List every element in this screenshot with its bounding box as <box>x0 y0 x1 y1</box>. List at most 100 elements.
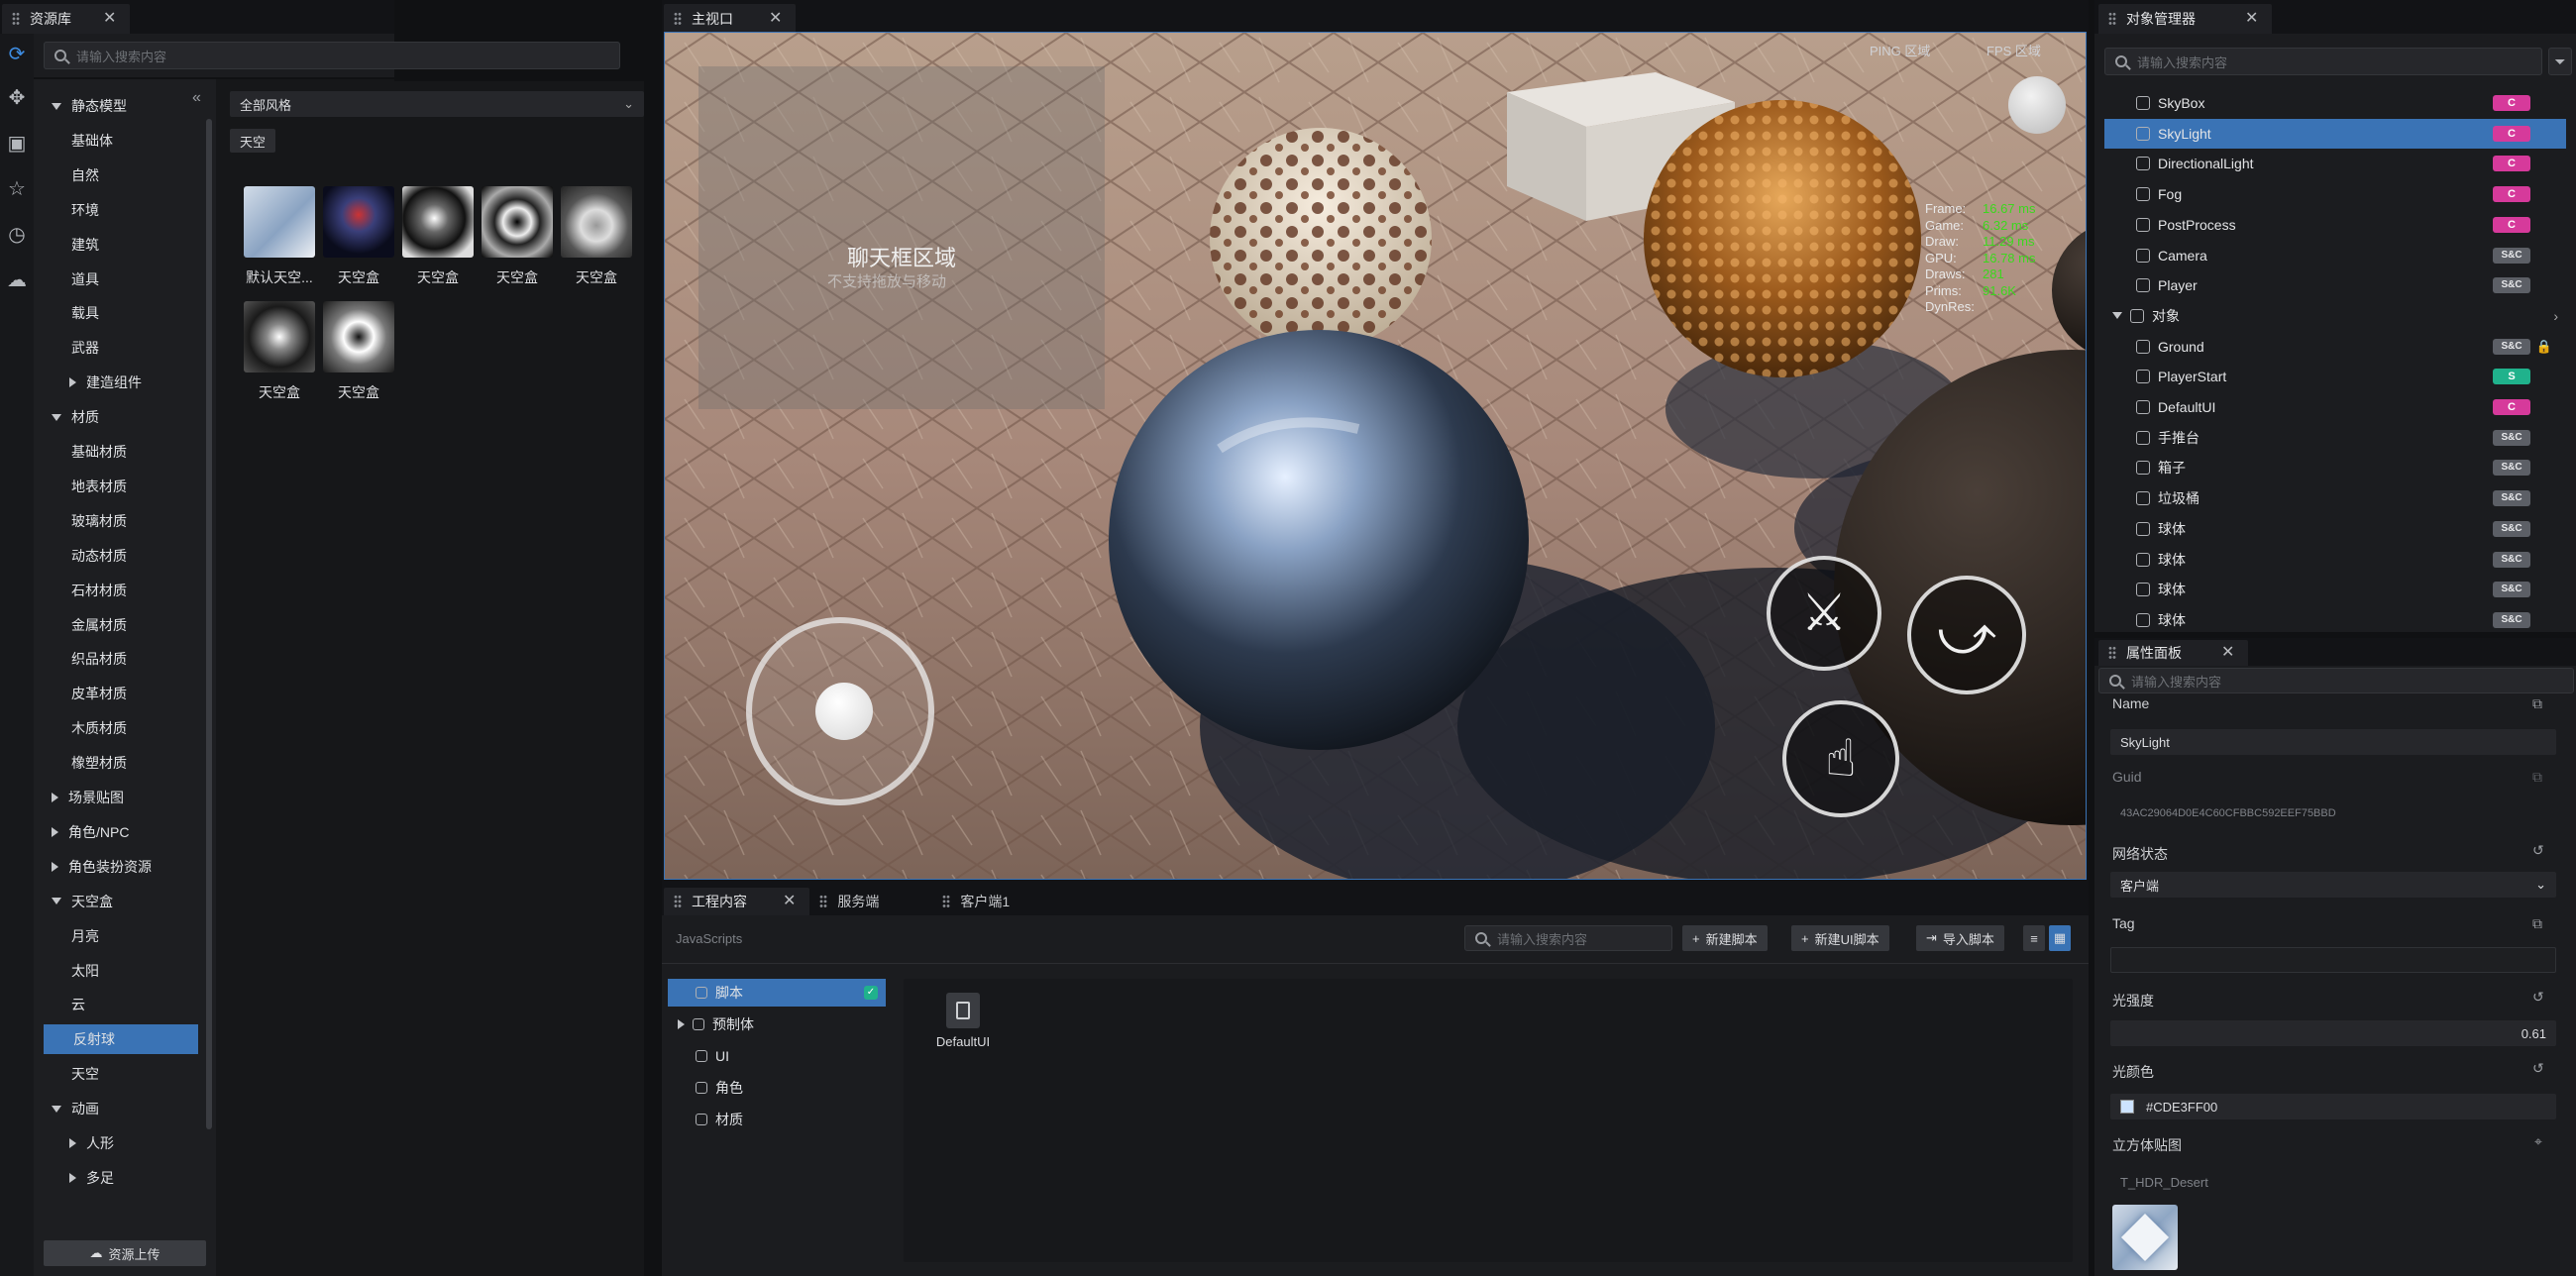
net-badge[interactable]: C <box>2493 186 2530 203</box>
object-row[interactable]: SkyBox C <box>2104 88 2566 118</box>
tab-project-content[interactable]: 工程内容 ✕ <box>664 888 810 915</box>
tree-item[interactable]: 建造组件 <box>52 368 210 397</box>
tree-item[interactable]: 材质 <box>52 402 210 432</box>
tree-item[interactable]: 木质材质 <box>52 713 210 743</box>
caret-right-icon[interactable] <box>69 1172 76 1183</box>
object-row[interactable]: SkyLight C <box>2104 118 2566 149</box>
drag-grip-icon[interactable] <box>942 895 951 908</box>
view-cube-gizmo[interactable] <box>2008 76 2066 134</box>
tree-item[interactable]: 自然 <box>52 160 210 190</box>
net-badge[interactable]: C <box>2493 125 2530 142</box>
interact-button[interactable]: ☝ <box>1782 700 1899 817</box>
tree-item[interactable]: 多足 <box>52 1163 210 1193</box>
drag-grip-icon[interactable] <box>674 895 682 908</box>
caret-right-icon[interactable] <box>52 861 58 872</box>
tree-scrollbar[interactable] <box>206 119 212 1129</box>
drag-grip-icon[interactable] <box>2108 12 2116 26</box>
net-badge[interactable]: S&C <box>2493 611 2530 628</box>
drag-grip-icon[interactable] <box>674 12 682 26</box>
reset-icon[interactable]: ↺ <box>2532 989 2544 1006</box>
object-row[interactable]: 球体 S&C <box>2104 514 2566 544</box>
joystick-knob[interactable] <box>815 683 873 740</box>
file-tile[interactable]: DefaultUI <box>933 993 993 1049</box>
tree-item[interactable]: 云 <box>52 990 210 1019</box>
object-row[interactable]: PostProcess C <box>2104 210 2566 240</box>
tag-field[interactable] <box>2110 947 2556 973</box>
net-badge[interactable]: S&C <box>2493 490 2530 507</box>
jump-button[interactable]: ⤻ <box>1907 576 2026 694</box>
tree-item[interactable]: 动画 <box>52 1094 210 1123</box>
cubemap-field[interactable]: T_HDR_Desert <box>2110 1169 2556 1195</box>
folder-item[interactable]: 预制体 <box>668 1010 886 1038</box>
tree-item[interactable]: 基础材质 <box>52 437 210 467</box>
close-icon[interactable]: ✕ <box>769 11 782 27</box>
drag-grip-icon[interactable] <box>2108 646 2116 660</box>
net-badge[interactable]: S <box>2493 369 2530 385</box>
net-badge[interactable]: S&C <box>2493 429 2530 446</box>
tree-item[interactable]: 地表材质 <box>52 472 210 501</box>
net-badge[interactable]: S&C <box>2493 551 2530 568</box>
asset-upload-button[interactable]: ☁ 资源上传 <box>44 1240 206 1266</box>
scene-viewport[interactable]: 聊天框区域 不支持拖放与移动 PING 区域 FPS 区域 Frame: 16.6… <box>664 32 2087 880</box>
caret-right-icon[interactable] <box>52 793 58 802</box>
property-search-input[interactable]: 请输入搜索内容 <box>2098 668 2574 693</box>
caret-right-icon[interactable] <box>69 377 76 388</box>
chevron-right-icon[interactable]: › <box>2553 308 2558 324</box>
tree-item[interactable]: 角色装扮资源 <box>52 852 210 882</box>
caret-down-icon[interactable] <box>52 413 61 421</box>
style-filter-dropdown[interactable]: 全部风格 ⌄ <box>230 91 644 117</box>
object-row[interactable]: 手推台 S&C <box>2104 423 2566 453</box>
tab-properties[interactable]: 属性面板 ✕ <box>2098 640 2249 666</box>
tab-object-manager[interactable]: 对象管理器 ✕ <box>2098 4 2273 34</box>
net-badge[interactable]: S&C <box>2493 582 2530 598</box>
grid-view-button[interactable]: ▦ <box>2049 925 2071 951</box>
project-search-input[interactable]: 请输入搜索内容 <box>1464 925 1672 951</box>
object-row[interactable]: 球体 S&C <box>2104 545 2566 575</box>
tree-item[interactable]: 静态模型 <box>52 91 210 121</box>
tab-server[interactable]: 服务端 <box>809 888 893 915</box>
net-badge[interactable]: C <box>2493 95 2530 111</box>
caret-down-icon[interactable] <box>52 102 61 110</box>
intensity-field[interactable]: 0.61 <box>2110 1020 2556 1046</box>
import-script-button[interactable]: ⇥ 导入脚本 <box>1916 925 2004 951</box>
asset-search-input[interactable]: 请输入搜索内容 <box>44 42 620 69</box>
tree-item[interactable]: 月亮 <box>52 921 210 951</box>
reset-icon[interactable]: ↺ <box>2532 842 2544 859</box>
tab-main-viewport[interactable]: 主视口 ✕ <box>664 4 797 34</box>
folder-item[interactable]: 材质 <box>668 1106 886 1133</box>
object-row[interactable]: 对象 › <box>2104 301 2566 331</box>
asset-thumbnail[interactable] <box>244 186 315 258</box>
caret-down-icon[interactable] <box>2112 312 2122 320</box>
net-badge[interactable]: S&C <box>2493 247 2530 264</box>
caret-right-icon[interactable] <box>52 826 58 837</box>
attack-button[interactable]: ⚔ <box>1767 556 1881 671</box>
object-row[interactable]: Ground S&C 🔒 <box>2104 332 2566 362</box>
tree-item[interactable]: 织品材质 <box>52 644 210 674</box>
drag-grip-icon[interactable] <box>819 895 828 908</box>
tree-item[interactable]: 环境 <box>52 195 210 225</box>
net-badge[interactable]: S&C <box>2493 277 2530 294</box>
object-row[interactable]: 垃圾桶 S&C <box>2104 483 2566 513</box>
object-row[interactable]: 球体 S&C <box>2104 575 2566 604</box>
tree-item[interactable]: 石材材质 <box>52 576 210 605</box>
tree-item[interactable]: 金属材质 <box>52 610 210 640</box>
net-badge[interactable]: S&C <box>2493 338 2530 355</box>
folder-item[interactable]: UI <box>668 1042 886 1070</box>
close-icon[interactable]: ✕ <box>103 11 116 27</box>
tree-item[interactable]: 载具 <box>52 298 210 328</box>
color-swatch[interactable] <box>2120 1100 2134 1114</box>
object-row[interactable]: 球体 S&C <box>2104 605 2566 632</box>
net-badge[interactable]: C <box>2493 216 2530 233</box>
object-search-input[interactable]: 请输入搜索内容 <box>2104 48 2542 75</box>
tree-item[interactable]: 玻璃材质 <box>52 506 210 536</box>
caret-down-icon[interactable] <box>52 1105 61 1113</box>
drag-grip-icon[interactable] <box>12 12 20 26</box>
object-row[interactable]: Camera S&C <box>2104 241 2566 270</box>
lock-icon[interactable]: 🔒 <box>2536 339 2552 355</box>
collapse-arrows-icon[interactable]: « <box>192 89 201 107</box>
folder-item[interactable]: 脚本 ✓ <box>668 979 886 1007</box>
list-view-button[interactable]: ≡ <box>2023 925 2045 951</box>
object-row[interactable]: DirectionalLight C <box>2104 149 2566 178</box>
asset-thumbnail[interactable] <box>482 186 553 258</box>
cubemap-thumbnail[interactable] <box>2112 1205 2178 1270</box>
